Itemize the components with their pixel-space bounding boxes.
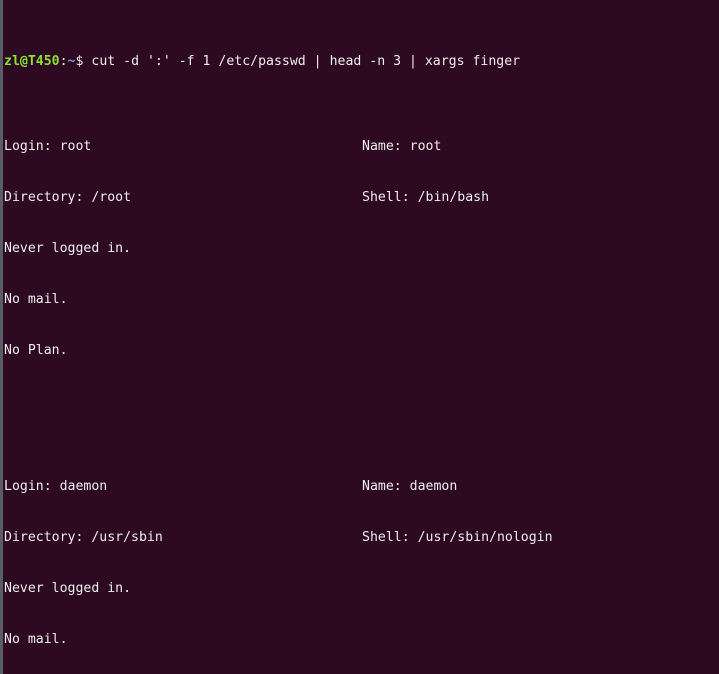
prompt-colon: : [59,54,68,69]
login-field: Login: root [4,139,92,154]
login-field: Login: daemon [4,479,108,494]
lastlogin-field: Never logged in. [4,581,132,596]
lastlogin-field: Never logged in. [4,241,132,256]
entry-directory-row: Directory: /usr/sbin Shell: /usr/sbin/nol… [4,529,719,546]
entry-lastlogin-row: Never logged in. [4,240,719,257]
name-field: Name: daemon [362,479,458,494]
prompt-user-host: zl@T450 [4,54,60,69]
directory-field: Directory: /usr/sbin [4,530,163,545]
terminal-screen[interactable]: zl@T450:~$ cut -d ':' -f 1 /etc/passwd |… [4,2,719,674]
entry-plan-row: No Plan. [4,342,719,359]
entry-login-row: Login: daemon Name: daemon [4,478,719,495]
plan-field: No Plan. [4,343,68,358]
name-field: Name: root [362,139,442,154]
scrollbar[interactable] [0,0,3,674]
entry-directory-row: Directory: /root Shell: /bin/bash [4,189,719,206]
shell-field: Shell: /usr/sbin/nologin [362,530,553,545]
entry-login-row: Login: root Name: root [4,138,719,155]
mail-field: No mail. [4,292,68,307]
entry-mail-row: No mail. [4,291,719,308]
directory-field: Directory: /root [4,190,132,205]
terminal-window[interactable]: zl@T450:~$ cut -d ':' -f 1 /etc/passwd |… [0,0,719,674]
entry-lastlogin-row: Never logged in. [4,580,719,597]
prompt-line: zl@T450:~$ cut -d ':' -f 1 /etc/passwd |… [4,53,719,70]
shell-field: Shell: /bin/bash [362,190,490,205]
entry-mail-row: No mail. [4,631,719,648]
mail-field: No mail. [4,632,68,647]
command-text: cut -d ':' -f 1 /etc/passwd | head -n 3 … [83,54,521,69]
